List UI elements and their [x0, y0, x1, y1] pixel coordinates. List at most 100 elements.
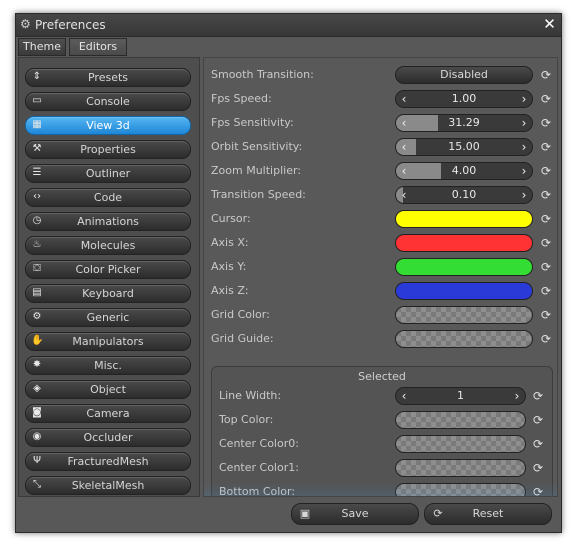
fps-speed-spinner[interactable]: 1.00 ‹ › — [395, 90, 533, 108]
sidebar-item-animations[interactable]: ◷ Animations — [25, 212, 191, 231]
chevron-right-icon[interactable]: › — [518, 187, 530, 203]
setting-row-fps-sensitivity: Fps Sensitivity: 31.29 ‹ › ⟳ — [204, 111, 557, 135]
refresh-icon[interactable]: ⟳ — [540, 117, 552, 129]
sidebar-item-outliner[interactable]: ☰ Outliner — [25, 164, 191, 183]
orbit-sensitivity-spinner[interactable]: 15.00 ‹ › — [395, 138, 533, 156]
sidebar-item-label: Object — [90, 383, 126, 396]
chevron-left-icon[interactable]: ‹ — [398, 163, 410, 179]
bottom-color-color-swatch[interactable] — [395, 483, 526, 496]
spinner-value: 15.00 — [448, 140, 480, 153]
refresh-icon[interactable]: ⟳ — [540, 261, 552, 273]
sidebar-item-label: Camera — [86, 407, 130, 420]
grid-icon: ▦ — [32, 119, 42, 130]
fps-sensitivity-spinner[interactable]: 31.29 ‹ › — [395, 114, 533, 132]
refresh-icon[interactable]: ⟳ — [540, 333, 552, 345]
chevron-left-icon[interactable]: ‹ — [398, 187, 410, 203]
refresh-icon[interactable]: ⟳ — [540, 93, 552, 105]
window-title: Preferences — [35, 18, 106, 32]
gears-icon: ⚙ — [32, 311, 42, 322]
sidebar-item-console[interactable]: ▭ Console — [25, 92, 191, 111]
eye-icon: ◉ — [32, 431, 42, 442]
chevron-right-icon[interactable]: › — [518, 163, 530, 179]
setting-row-transition-speed: Transition Speed: 0.10 ‹ › ⟳ — [204, 183, 557, 207]
axis-x-color-swatch[interactable] — [395, 234, 533, 252]
save-button[interactable]: ▣ Save — [291, 503, 419, 525]
refresh-icon[interactable]: ⟳ — [540, 165, 552, 177]
code-icon: ‹› — [33, 191, 41, 202]
refresh-icon[interactable]: ⟳ — [540, 237, 552, 249]
close-icon[interactable]: ✕ — [542, 17, 557, 32]
setting-label: Grid Color: — [211, 308, 270, 321]
editors-sidebar: ⇕ Presets ▭ Console ▦ View 3d ⚒ Properties ☰ Outl… — [18, 57, 200, 497]
sidebar-item-manipulators[interactable]: ✋ Manipulators — [25, 332, 191, 351]
refresh-icon[interactable]: ⟳ — [540, 69, 552, 81]
top-color-color-swatch[interactable] — [395, 411, 526, 429]
grid-color-color-swatch[interactable] — [395, 306, 533, 324]
setting-row-top-color: Top Color: ⟳ — [212, 408, 552, 432]
chevron-right-icon[interactable]: › — [511, 388, 523, 404]
sidebar-item-keyboard[interactable]: ▤ Keyboard — [25, 284, 191, 303]
refresh-icon[interactable]: ⟳ — [532, 414, 544, 426]
refresh-icon[interactable]: ⟳ — [540, 141, 552, 153]
refresh-icon[interactable]: ⟳ — [532, 390, 544, 402]
setting-label: Cursor: — [211, 212, 251, 225]
floppy-icon: ▣ — [299, 507, 311, 520]
smooth-transition-toggle-button[interactable]: Disabled — [395, 66, 533, 84]
sidebar-item-label: Manipulators — [72, 335, 144, 348]
setting-row-orbit-sensitivity: Orbit Sensitivity: 15.00 ‹ › ⟳ — [204, 135, 557, 159]
flame-icon: ♨ — [32, 239, 42, 250]
preferences-window: ⚙ Preferences ✕ Theme Editors ⇕ Presets ▭ C… — [15, 13, 562, 533]
refresh-icon[interactable]: ⟳ — [540, 309, 552, 321]
sidebar-item-camera[interactable]: ◙ Camera — [25, 404, 191, 423]
cube-icon: ◈ — [33, 383, 41, 394]
sidebar-item-fracturedmesh[interactable]: Ψ FracturedMesh — [25, 452, 191, 471]
sidebar-item-object[interactable]: ◈ Object — [25, 380, 191, 399]
setting-label: Smooth Transition: — [211, 68, 314, 81]
sidebar-item-color-picker[interactable]: ⛋ Color Picker — [25, 260, 191, 279]
sidebar-item-generic[interactable]: ⚙ Generic — [25, 308, 191, 327]
tab-editors[interactable]: Editors — [69, 38, 127, 56]
sidebar-item-presets[interactable]: ⇕ Presets — [25, 68, 191, 87]
setting-row-center-color1: Center Color1: ⟳ — [212, 456, 552, 480]
sidebar-item-view-3d[interactable]: ▦ View 3d — [25, 116, 191, 135]
zoom-multiplier-spinner[interactable]: 4.00 ‹ › — [395, 162, 533, 180]
refresh-icon[interactable]: ⟳ — [540, 189, 552, 201]
cursor-color-swatch[interactable] — [395, 210, 533, 228]
refresh-icon[interactable]: ⟳ — [532, 462, 544, 474]
line-width-spinner[interactable]: 1 ‹ › — [395, 387, 526, 405]
setting-label: Axis Y: — [211, 260, 247, 273]
refresh-icon[interactable]: ⟳ — [532, 438, 544, 450]
spinner-value: 1 — [457, 389, 464, 402]
sidebar-item-occluder[interactable]: ◉ Occluder — [25, 428, 191, 447]
axis-z-color-swatch[interactable] — [395, 282, 533, 300]
transition-speed-spinner[interactable]: 0.10 ‹ › — [395, 186, 533, 204]
axis-y-color-swatch[interactable] — [395, 258, 533, 276]
refresh-icon[interactable]: ⟳ — [532, 486, 544, 496]
refresh-icon[interactable]: ⟳ — [540, 213, 552, 225]
chevron-right-icon[interactable]: › — [518, 139, 530, 155]
list-icon: ☰ — [32, 167, 42, 178]
center-color0-color-swatch[interactable] — [395, 435, 526, 453]
sidebar-item-label: SkeletalMesh — [71, 479, 145, 492]
chevron-right-icon[interactable]: › — [518, 115, 530, 131]
sidebar-item-misc[interactable]: ✸ Misc. — [25, 356, 191, 375]
sidebar-item-skeletalmesh[interactable]: ⤡ SkeletalMesh — [25, 476, 191, 495]
chevron-left-icon[interactable]: ‹ — [398, 139, 410, 155]
sidebar-item-molecules[interactable]: ♨ Molecules — [25, 236, 191, 255]
chevron-left-icon[interactable]: ‹ — [398, 388, 410, 404]
sidebar-item-label: Console — [86, 95, 130, 108]
chevron-left-icon[interactable]: ‹ — [398, 115, 410, 131]
tab-theme[interactable]: Theme — [18, 38, 66, 56]
spinner-value: 31.29 — [448, 116, 480, 129]
chevron-right-icon[interactable]: › — [518, 91, 530, 107]
tab-theme-label: Theme — [23, 40, 61, 53]
chevron-left-icon[interactable]: ‹ — [398, 91, 410, 107]
grid-guide-color-swatch[interactable] — [395, 330, 533, 348]
setting-row-fps-speed: Fps Speed: 1.00 ‹ › ⟳ — [204, 87, 557, 111]
sidebar-item-code[interactable]: ‹› Code — [25, 188, 191, 207]
sidebar-item-properties[interactable]: ⚒ Properties — [25, 140, 191, 159]
reset-button[interactable]: ⟳ Reset — [424, 503, 552, 525]
center-color1-color-swatch[interactable] — [395, 459, 526, 477]
refresh-icon[interactable]: ⟳ — [540, 285, 552, 297]
setting-label: Axis X: — [211, 236, 249, 249]
